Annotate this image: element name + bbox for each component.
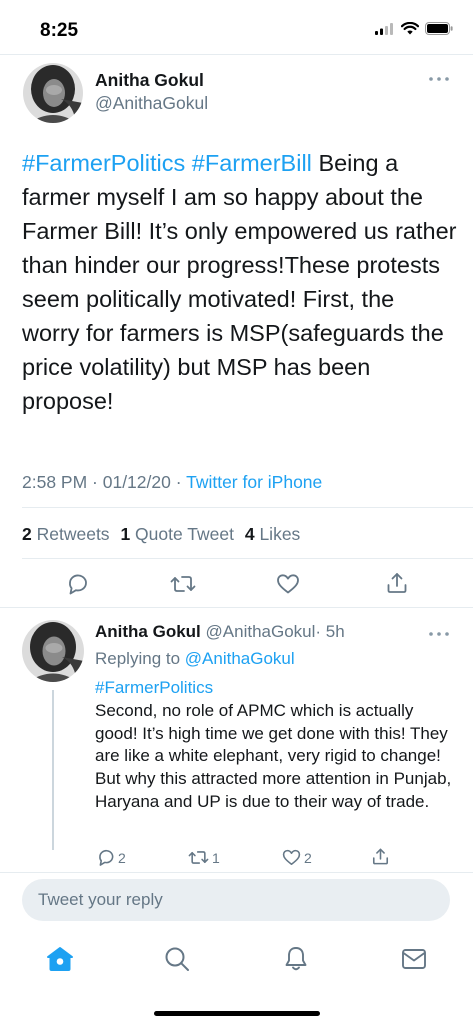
avatar-photo [22, 620, 84, 682]
reply-like-button[interactable]: 2 [282, 848, 312, 867]
notifications-icon [285, 947, 307, 971]
reply-count: 2 [118, 849, 126, 866]
tweet-timestamp: 2:58 PM · 01/12/20 · [22, 472, 187, 492]
tab-notifications[interactable] [283, 945, 309, 978]
tab-home[interactable] [46, 946, 74, 977]
like-button[interactable] [276, 572, 300, 601]
avatar[interactable] [23, 63, 83, 123]
header-divider [0, 54, 473, 55]
search-icon [165, 947, 189, 971]
replying-to: Replying to @AnithaGokul [95, 649, 295, 669]
reply-avatar[interactable] [22, 620, 84, 682]
tweet-body: Being a farmer myself I am so happy abou… [22, 150, 457, 414]
reply-icon [99, 849, 114, 866]
reply-text: #FarmerPolitics Second, no role of APMC w… [95, 677, 455, 814]
retweet-icon [188, 851, 209, 864]
tweet-stats: 2 Retweets 1 Quote Tweet 4 Likes [22, 524, 300, 545]
retweet-button[interactable] [170, 572, 196, 601]
thread-line [52, 690, 54, 850]
reply-author-name[interactable]: Anitha Gokul [95, 622, 201, 641]
retweet-count: 1 [212, 849, 220, 866]
meta-divider [22, 507, 473, 508]
wifi-icon [401, 22, 419, 35]
bottom-tab-bar [0, 930, 473, 1024]
share-icon [372, 848, 389, 865]
replying-to-handle[interactable]: @AnithaGokul [185, 649, 295, 668]
replying-to-label: Replying to [95, 649, 181, 668]
tweet-meta: 2:58 PM · 01/12/20 · Twitter for iPhone [22, 472, 322, 493]
stats-divider [22, 558, 473, 559]
tab-search[interactable] [164, 946, 190, 977]
reply-bar-divider [0, 872, 473, 873]
reply-time: · 5h [315, 622, 345, 641]
reply-body: Second, no role of APMC which is actuall… [95, 700, 452, 811]
reply-button[interactable] [65, 572, 89, 601]
hashtag-link[interactable]: #FarmerPolitics [95, 678, 213, 697]
reply-icon [69, 574, 87, 595]
like-icon [282, 849, 301, 866]
tab-messages[interactable] [401, 948, 427, 975]
status-icons [375, 22, 453, 35]
likes-stat[interactable]: 4 Likes [245, 524, 300, 544]
retweet-icon [170, 576, 196, 592]
share-button[interactable] [385, 571, 409, 600]
status-time: 8:25 [40, 20, 79, 41]
like-icon [277, 574, 299, 594]
reply-retweet-button[interactable]: 1 [188, 848, 220, 867]
status-bar: 8:25 [0, 0, 473, 54]
reply-reply-button[interactable]: 2 [96, 848, 126, 867]
avatar-photo [23, 63, 83, 123]
quote-tweets-stat[interactable]: 1 Quote Tweet [120, 524, 234, 544]
reply-author-handle[interactable]: @AnithaGokul [206, 622, 316, 641]
reply-input-placeholder: Tweet your reply [38, 890, 163, 909]
more-options-button[interactable] [428, 70, 450, 88]
tweet-text: #FarmerPolitics #FarmerBill Being a farm… [22, 146, 457, 418]
share-icon [387, 573, 407, 593]
battery-icon [425, 22, 453, 35]
tweet-source-link[interactable]: Twitter for iPhone [186, 472, 322, 492]
messages-icon [402, 949, 426, 969]
reply-header: Anitha Gokul @AnithaGokul· 5h [95, 622, 345, 642]
author-name[interactable]: Anitha Gokul [95, 70, 204, 91]
thread-divider [0, 607, 473, 608]
author-handle[interactable]: @AnithaGokul [95, 93, 208, 114]
reply-share-button[interactable] [371, 847, 390, 871]
more-icon [429, 632, 449, 636]
hashtag-link[interactable]: #FarmerPolitics [22, 150, 185, 176]
cellular-signal-icon [375, 22, 393, 35]
reply-input[interactable]: Tweet your reply [22, 879, 450, 921]
retweets-stat[interactable]: 2 Retweets [22, 524, 110, 544]
like-count: 2 [304, 849, 312, 866]
home-indicator [154, 1011, 320, 1016]
reply-more-options-button[interactable] [428, 625, 450, 643]
hashtag-link[interactable]: #FarmerBill [192, 150, 312, 176]
more-icon [429, 77, 449, 81]
home-icon [47, 947, 73, 971]
